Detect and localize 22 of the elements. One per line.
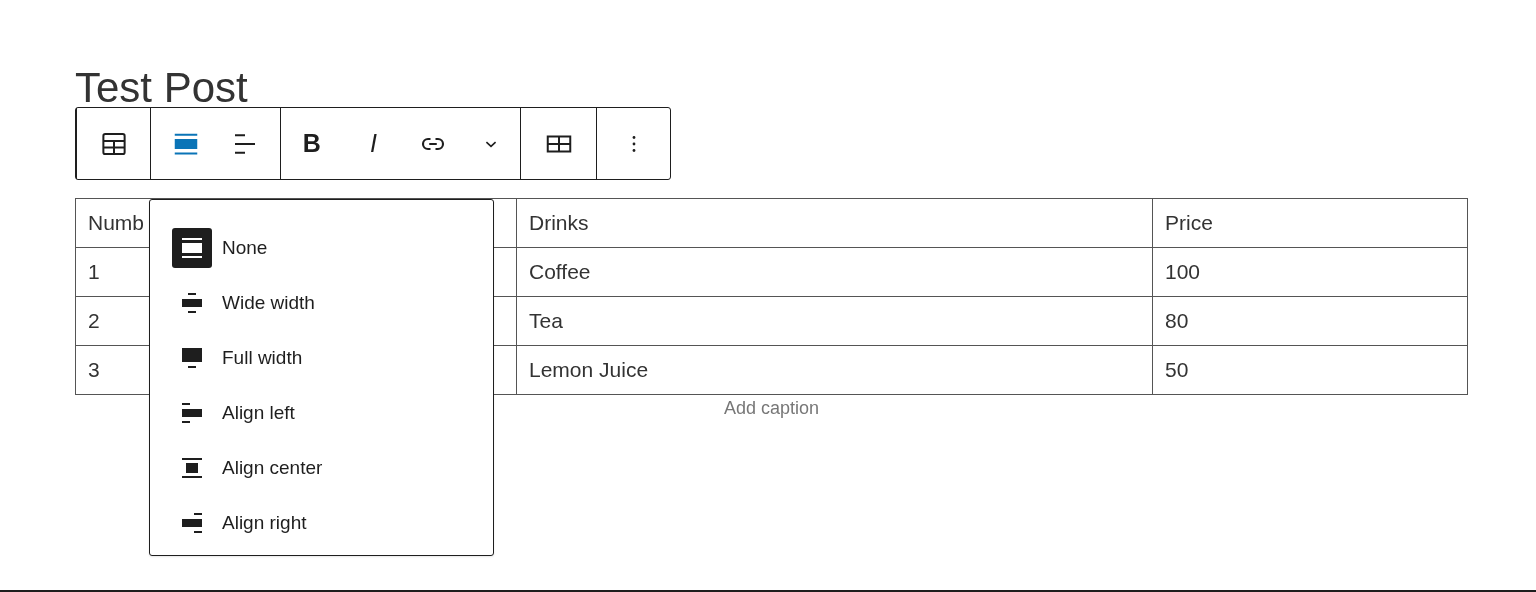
- table-cell: 1: [88, 260, 100, 283]
- table-cell: Coffee: [529, 260, 591, 283]
- table-cell: 80: [1165, 309, 1189, 332]
- menu-item[interactable]: Align left: [172, 385, 471, 440]
- bold-button[interactable]: B: [290, 121, 333, 166]
- column-header: Drinks: [529, 211, 589, 234]
- table-cell: 3: [88, 358, 100, 381]
- table-cell: 100: [1165, 260, 1201, 283]
- post-title[interactable]: Test Post: [75, 70, 248, 106]
- column-header: Price: [1165, 211, 1213, 234]
- column-header: Numb: [88, 211, 145, 234]
- table-cell: 50: [1165, 358, 1189, 381]
- italic-button[interactable]: I: [352, 121, 395, 166]
- menu-item[interactable]: None: [172, 220, 471, 275]
- table-cell: Lemon Juice: [529, 358, 649, 381]
- caption-placeholder[interactable]: Add caption: [723, 398, 820, 418]
- menu-item[interactable]: Full width: [172, 330, 471, 385]
- table-cell: Tea: [529, 309, 563, 332]
- menu-item[interactable]: Align right: [172, 495, 471, 550]
- menu-item[interactable]: Wide width: [172, 275, 471, 330]
- table-cell: 2: [88, 309, 100, 332]
- menu-item[interactable]: Align center: [172, 440, 471, 495]
